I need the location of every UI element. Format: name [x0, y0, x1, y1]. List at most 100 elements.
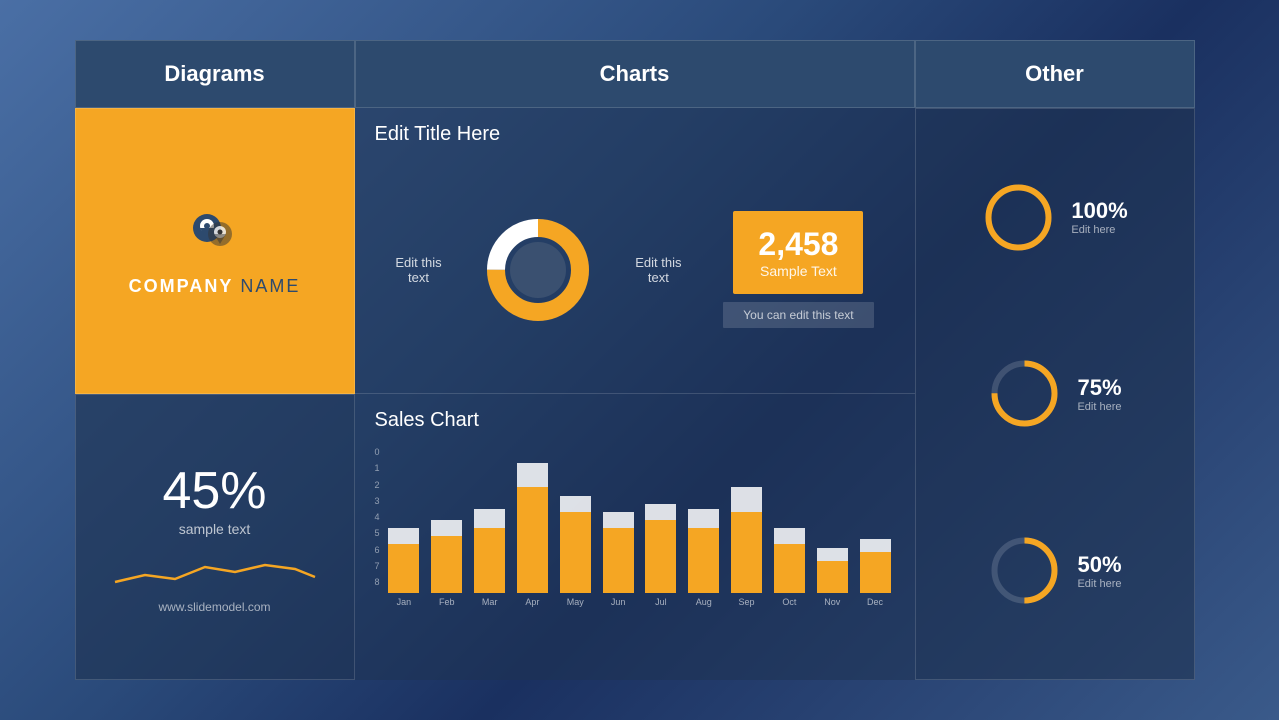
bar-group: Oct: [770, 528, 809, 607]
bar-label: May: [567, 597, 584, 607]
bar-top: [688, 509, 719, 529]
bar-group: Nov: [813, 548, 852, 608]
bar-label: Nov: [824, 597, 840, 607]
bar-stack: [513, 463, 552, 593]
bar-stack: [727, 487, 766, 593]
bar-top: [474, 509, 505, 529]
bar-group: May: [556, 496, 595, 608]
bar-label: Jun: [611, 597, 626, 607]
bar-stack: [641, 504, 680, 593]
bar-top: [388, 528, 419, 544]
bar-top: [645, 504, 676, 520]
donut-area: Edit this text Edit this text 2,458 Samp…: [375, 161, 895, 378]
bar-label: Jul: [655, 597, 667, 607]
bar-group: Feb: [427, 520, 466, 607]
bar-bottom: [474, 528, 505, 593]
sample-text: sample text: [179, 521, 251, 537]
bar-bottom: [817, 561, 848, 594]
circle-progress-75: [987, 356, 1062, 431]
stat-number-box: 2,458 Sample Text: [733, 211, 863, 294]
bar-label: Sep: [739, 597, 755, 607]
right-section: 100% Edit here 75% Edit here 50% Edit: [915, 108, 1195, 680]
header-other: Lines Other: [915, 40, 1195, 108]
donut-right-label: Edit this text: [635, 255, 681, 285]
website-url: www.slidemodel.com: [158, 600, 270, 614]
top-middle-section: Edit Title Here Edit this text Edit this…: [355, 108, 915, 394]
company-logo-icon: [185, 206, 245, 266]
bar-label: Feb: [439, 597, 455, 607]
circle-progress-50: [987, 533, 1062, 608]
bar-top: [817, 548, 848, 561]
bar-bottom: [560, 512, 591, 593]
bar-label: Jan: [397, 597, 412, 607]
header-diagrams-label: Diagrams: [164, 61, 264, 87]
bar-stack: [770, 528, 809, 593]
percent-cell: 45% sample text www.slidemodel.com: [75, 394, 355, 680]
stat-label: Sample Text: [758, 263, 838, 279]
progress-item-75: 75% Edit here: [987, 356, 1121, 431]
bar-group: Aug: [684, 509, 723, 608]
progress-item-50: 50% Edit here: [987, 533, 1121, 608]
stat-edit: You can edit this text: [723, 302, 873, 328]
chart-title: Edit Title Here: [375, 123, 895, 146]
circle-label-75: 75% Edit here: [1077, 375, 1121, 413]
bar-group: Apr: [513, 463, 552, 607]
bar-bottom: [860, 552, 891, 593]
bar-stack: [856, 539, 895, 593]
bar-stack: [556, 496, 595, 594]
bar-label: Apr: [525, 597, 539, 607]
bar-group: Jun: [599, 512, 638, 607]
bar-top: [731, 487, 762, 511]
stat-number: 2,458: [758, 226, 838, 263]
bar-group: Mar: [470, 509, 509, 608]
bar-bottom: [517, 487, 548, 593]
bar-stack: [684, 509, 723, 594]
bar-top: [560, 496, 591, 512]
bar-top: [517, 463, 548, 487]
bar-bottom: [688, 528, 719, 593]
sparkline-chart: [110, 547, 320, 592]
sales-chart-title: Sales Chart: [375, 409, 895, 432]
header-charts-label: Charts: [600, 61, 670, 87]
bar-top: [860, 539, 891, 552]
bar-top: [774, 528, 805, 544]
header-charts: Charts: [355, 40, 915, 108]
bar-bottom: [645, 520, 676, 593]
bar-stack: [599, 512, 638, 593]
bar-group: Jul: [641, 504, 680, 607]
sales-chart-section: Sales Chart 8 7 6 5 4 3 2 1 0 Jan: [355, 394, 915, 680]
bar-label: Oct: [782, 597, 796, 607]
bar-group: Jan: [385, 528, 424, 607]
bar-stack: [470, 509, 509, 594]
donut-chart: [483, 215, 593, 325]
circle-progress-100: [981, 180, 1056, 255]
header-diagrams: Diagrams: [75, 40, 355, 108]
donut-left-label: Edit this text: [395, 255, 441, 285]
stat-box: 2,458 Sample Text You can edit this text: [723, 211, 873, 328]
company-cell: COMPANY NAME: [75, 108, 355, 394]
bar-label: Mar: [482, 597, 498, 607]
bar-bottom: [731, 512, 762, 593]
bar-label: Dec: [867, 597, 883, 607]
dashboard: Diagrams Charts Lines Other COMPANY NAME: [75, 40, 1205, 680]
y-axis: 8 7 6 5 4 3 2 1 0: [375, 447, 380, 587]
bar-stack: [385, 528, 424, 593]
progress-item-100: 100% Edit here: [981, 180, 1127, 255]
circle-label-100: 100% Edit here: [1071, 198, 1127, 236]
bar-label: Aug: [696, 597, 712, 607]
other-label: Other: [1025, 61, 1084, 86]
company-name-light: NAME: [233, 276, 300, 296]
circle-label-50: 50% Edit here: [1077, 552, 1121, 590]
bar-bottom: [388, 544, 419, 593]
company-name: COMPANY NAME: [129, 276, 301, 297]
big-percent: 45%: [162, 461, 266, 521]
bar-bottom: [431, 536, 462, 593]
bar-stack: [427, 520, 466, 593]
company-name-bold: COMPANY: [129, 276, 234, 296]
header-other-label: Lines Other: [1025, 61, 1084, 87]
bar-stack: [813, 548, 852, 594]
bar-group: Dec: [856, 539, 895, 607]
bar-bottom: [603, 528, 634, 593]
bar-bottom: [774, 544, 805, 593]
bar-chart: 8 7 6 5 4 3 2 1 0 Jan Feb: [375, 442, 895, 607]
